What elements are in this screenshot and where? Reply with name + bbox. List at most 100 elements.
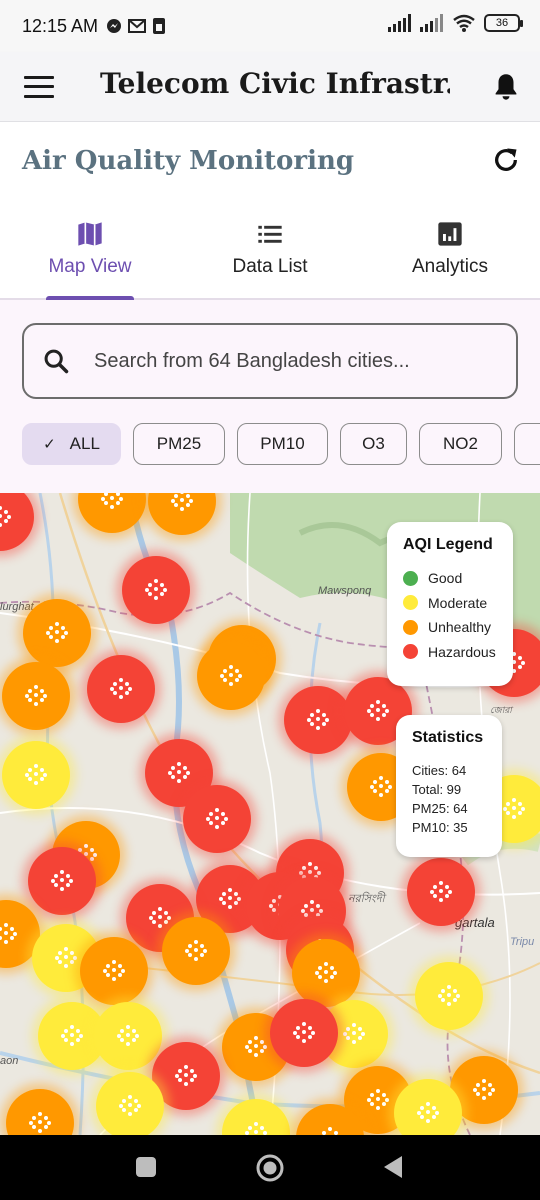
map-icon bbox=[78, 222, 102, 246]
statistics-pm25: PM25: 64 bbox=[412, 801, 468, 816]
cluster-dots-icon bbox=[103, 960, 125, 982]
legend-item-hazardous: Hazardous bbox=[403, 640, 497, 665]
aqi-cluster-marker[interactable] bbox=[87, 655, 155, 723]
aqi-cluster-marker[interactable] bbox=[197, 642, 265, 710]
legend-dot bbox=[403, 570, 418, 586]
notification-icons bbox=[106, 17, 166, 35]
back-button[interactable] bbox=[382, 1155, 404, 1179]
map-place-label: aon bbox=[0, 1055, 19, 1067]
bell-icon[interactable] bbox=[492, 72, 520, 102]
section-title: Air Quality Monitoring bbox=[22, 146, 355, 176]
filter-chip-label: NO2 bbox=[443, 434, 478, 453]
map-place-label: নরসিংদী bbox=[348, 893, 385, 905]
check-icon: ✓ bbox=[43, 436, 56, 453]
aqi-cluster-marker[interactable] bbox=[407, 858, 475, 926]
map-place-label: Mawsponq bbox=[318, 585, 372, 597]
tab-analytics-label: Analytics bbox=[411, 256, 489, 277]
air-quality-map[interactable]: Mawsponq lurghat নরসিংদী gartala Tripu a… bbox=[0, 493, 540, 1135]
filter-chips: ✓ ALL PM25 PM10 O3 NO2 bbox=[22, 423, 540, 465]
list-icon bbox=[258, 225, 282, 243]
filter-chip-all[interactable]: ✓ ALL bbox=[22, 423, 121, 465]
cluster-dots-icon bbox=[119, 1095, 141, 1117]
section-header: Air Quality Monitoring bbox=[0, 122, 540, 202]
filter-chip-pm25[interactable]: PM25 bbox=[133, 423, 225, 465]
search-area: ✓ ALL PM25 PM10 O3 NO2 bbox=[0, 300, 540, 493]
aqi-cluster-marker[interactable] bbox=[162, 917, 230, 985]
statistics-panel: Statistics Cities: 64 Total: 99 PM25: 64… bbox=[396, 715, 502, 857]
map-place-label: Tripu bbox=[510, 936, 535, 948]
app-title: Telecom Civic Infrastr... bbox=[100, 67, 450, 100]
cluster-dots-icon bbox=[367, 1089, 389, 1111]
aqi-cluster-marker[interactable] bbox=[2, 741, 70, 809]
recents-button[interactable] bbox=[135, 1156, 157, 1178]
tab-bar: Map View Data List Analytics bbox=[0, 202, 540, 300]
statistics-total: Total: 99 bbox=[412, 782, 462, 797]
tab-data-list[interactable]: Data List bbox=[180, 202, 360, 298]
aqi-cluster-marker[interactable] bbox=[415, 962, 483, 1030]
legend-label: Unhealthy bbox=[428, 619, 492, 636]
cluster-dots-icon bbox=[245, 1122, 267, 1135]
cluster-dots-icon bbox=[343, 1023, 365, 1045]
legend-dot bbox=[403, 595, 418, 611]
legend-item-moderate: Moderate bbox=[403, 591, 497, 616]
cluster-dots-icon bbox=[46, 622, 68, 644]
legend-label: Good bbox=[428, 570, 463, 587]
search-icon bbox=[44, 349, 69, 374]
legend-label: Moderate bbox=[428, 594, 488, 611]
battery-icon: 36 bbox=[484, 14, 523, 32]
signal-icon bbox=[420, 14, 443, 32]
cluster-dots-icon bbox=[149, 907, 171, 929]
aqi-cluster-marker[interactable] bbox=[80, 937, 148, 1005]
map-place-label: lurghat bbox=[0, 601, 34, 613]
home-button[interactable] bbox=[255, 1153, 285, 1183]
aqi-cluster-marker[interactable] bbox=[28, 847, 96, 915]
system-nav-bar bbox=[0, 1135, 540, 1200]
tab-analytics[interactable]: Analytics bbox=[360, 202, 540, 298]
aqi-cluster-marker[interactable] bbox=[23, 599, 91, 667]
refresh-icon[interactable] bbox=[492, 146, 520, 174]
cluster-dots-icon bbox=[25, 685, 47, 707]
tab-map-view[interactable]: Map View bbox=[0, 202, 180, 300]
cluster-dots-icon bbox=[25, 764, 47, 786]
cluster-dots-icon bbox=[55, 947, 77, 969]
wifi-icon bbox=[453, 14, 475, 32]
cluster-dots-icon bbox=[168, 762, 190, 784]
filter-chip-label: O3 bbox=[362, 434, 385, 453]
filter-chip-pm10[interactable]: PM10 bbox=[237, 423, 328, 465]
aqi-legend: AQI Legend Good Moderate Unhealthy Hazar… bbox=[387, 522, 513, 686]
aqi-cluster-marker[interactable] bbox=[122, 556, 190, 624]
cluster-dots-icon bbox=[29, 1112, 51, 1134]
cluster-dots-icon bbox=[417, 1102, 439, 1124]
aqi-cluster-marker[interactable] bbox=[183, 785, 251, 853]
battery-level: 36 bbox=[495, 17, 509, 29]
signal-icon bbox=[388, 14, 411, 32]
cluster-dots-icon bbox=[503, 798, 525, 820]
legend-dot bbox=[403, 644, 418, 660]
cluster-dots-icon bbox=[51, 870, 73, 892]
cluster-dots-icon bbox=[370, 776, 392, 798]
cluster-dots-icon bbox=[315, 962, 337, 984]
cluster-dots-icon bbox=[245, 1036, 267, 1058]
aqi-cluster-marker[interactable] bbox=[2, 662, 70, 730]
legend-item-unhealthy: Unhealthy bbox=[403, 615, 497, 640]
cluster-dots-icon bbox=[0, 923, 17, 945]
legend-label: Hazardous bbox=[428, 643, 496, 660]
gmail-icon bbox=[128, 19, 147, 33]
cluster-dots-icon bbox=[185, 940, 207, 962]
statistics-title: Statistics bbox=[412, 729, 484, 746]
cluster-dots-icon bbox=[430, 881, 452, 903]
hamburger-menu-icon[interactable] bbox=[24, 75, 54, 98]
search-box[interactable] bbox=[22, 323, 518, 399]
search-input[interactable] bbox=[94, 349, 494, 373]
aqi-cluster-marker[interactable] bbox=[96, 1072, 164, 1135]
cluster-dots-icon bbox=[319, 1127, 341, 1135]
cluster-dots-icon bbox=[171, 493, 193, 512]
filter-chip-o3[interactable]: O3 bbox=[340, 423, 407, 465]
filter-chip-no2[interactable]: NO2 bbox=[419, 423, 502, 465]
aqi-cluster-marker[interactable] bbox=[292, 939, 360, 1007]
aqi-cluster-marker[interactable] bbox=[284, 686, 352, 754]
aqi-cluster-marker[interactable] bbox=[94, 1002, 162, 1070]
filter-chip-more[interactable] bbox=[514, 423, 540, 465]
aqi-cluster-marker[interactable] bbox=[270, 999, 338, 1067]
legend-title: AQI Legend bbox=[403, 536, 493, 553]
